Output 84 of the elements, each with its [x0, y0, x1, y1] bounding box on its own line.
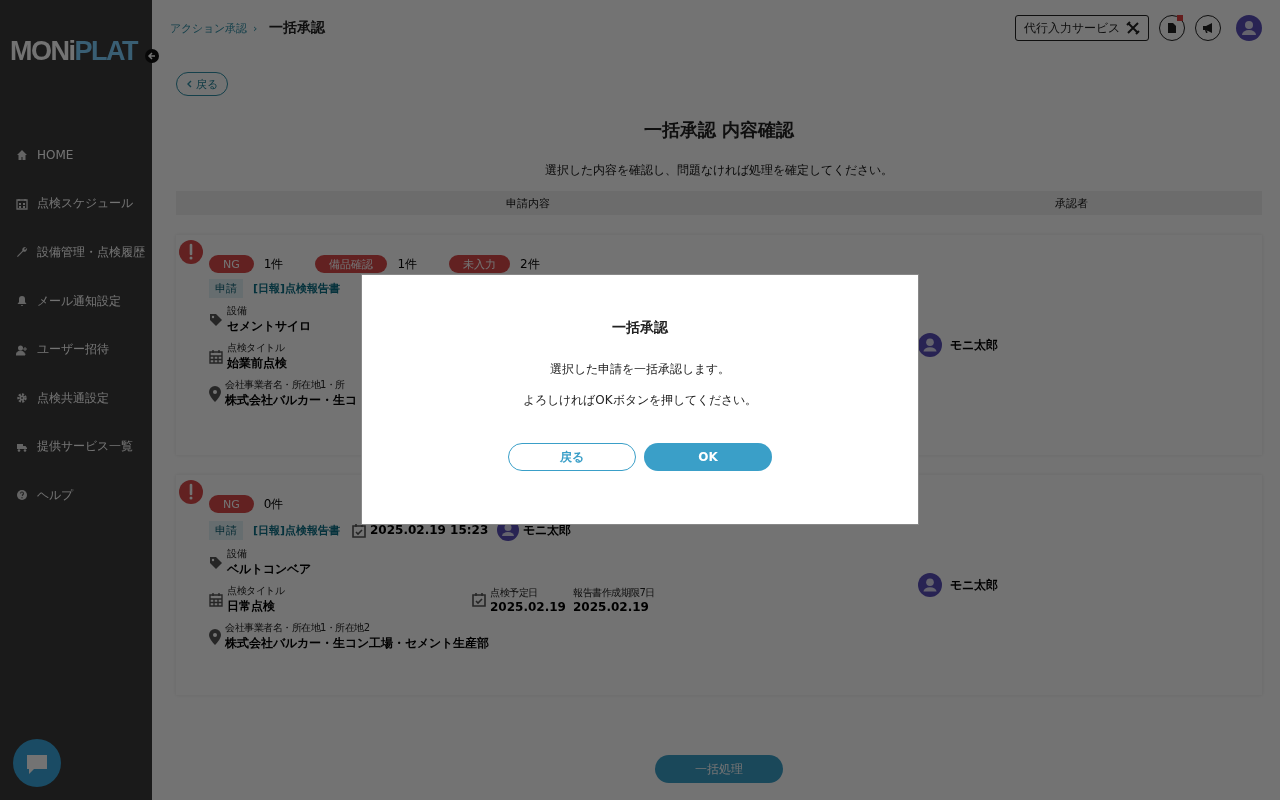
breadcrumb-link[interactable]: アクション承認	[170, 20, 247, 36]
approver-name: モニ太郎	[950, 336, 998, 354]
wrench-icon	[16, 246, 28, 259]
nav-item[interactable]: 点検共通設定	[0, 373, 152, 423]
report-name: [日報]点検報告書	[253, 522, 341, 538]
tag-icon	[209, 555, 223, 570]
page-subtitle: 選択した内容を確認し、問題なければ処理を確定してください。	[544, 162, 894, 179]
status-count: 2件	[520, 255, 540, 273]
field-value: 2025.02.19	[573, 599, 650, 614]
field-label: 点検タイトル	[227, 341, 286, 355]
field-label: 点検タイトル	[227, 584, 284, 598]
column-header: 申請内容	[505, 195, 551, 211]
status-tag: NG	[209, 255, 254, 273]
chat-button[interactable]	[13, 739, 61, 787]
calendar-icon	[209, 349, 223, 364]
type-tag: 申請	[209, 520, 243, 540]
field-value: 始業前点検	[227, 355, 287, 372]
dialog-message: 選択した申請を一括承認します。	[549, 361, 731, 378]
status-count: 0件	[263, 495, 284, 513]
calendar-icon	[16, 197, 28, 210]
field-value: モニ太郎	[523, 521, 571, 539]
field-value: セメントサイロ	[227, 318, 311, 335]
nav-item[interactable]: メール通知設定	[0, 276, 152, 326]
arrow-left-icon	[147, 51, 157, 61]
location-pin-icon	[209, 385, 221, 402]
user-plus-icon	[16, 343, 28, 356]
nav-item[interactable]: 点検スケジュール	[0, 179, 152, 229]
document-icon	[1166, 22, 1178, 34]
back-button[interactable]: 戻る	[176, 72, 228, 96]
calendar-icon	[209, 592, 223, 607]
page-title: 一括承認 内容確認	[642, 118, 796, 142]
nav-item[interactable]: ヘルプ	[0, 471, 152, 520]
user-avatar[interactable]	[1236, 15, 1262, 41]
column-header: 承認者	[1053, 195, 1089, 211]
field-value: 株式会社バルカー・生コ	[225, 392, 357, 409]
report-name: [日報]点検報告書	[253, 281, 341, 296]
megaphone-icon	[1202, 22, 1214, 34]
nav-item[interactable]: 提供サービス一覧	[0, 422, 152, 472]
field-label: 報告書作成期限7日	[573, 585, 655, 600]
tag-icon	[209, 312, 223, 327]
chat-bubble-icon	[24, 752, 50, 777]
alert-icon	[179, 240, 203, 264]
logo: MONiPLAT	[10, 38, 137, 65]
bell-icon	[16, 295, 28, 308]
field-label: 設備	[227, 547, 248, 561]
service-button[interactable]: 代行入力サービス	[1015, 15, 1149, 41]
breadcrumb-separator: ›	[253, 21, 258, 35]
type-tag: 申請	[209, 279, 243, 298]
nav-item[interactable]: 設備管理・点検履歴	[0, 228, 152, 277]
status-tag: 未入力	[449, 255, 511, 273]
collapse-button[interactable]	[145, 49, 159, 63]
status-tag: NG	[209, 495, 254, 513]
submit-button[interactable]: 一括処理	[655, 755, 783, 783]
document-button[interactable]	[1159, 15, 1185, 41]
field-value: 2025.02.19 15:23	[370, 523, 489, 537]
gear-icon	[16, 392, 28, 405]
chevron-left-icon	[186, 80, 192, 88]
cancel-button[interactable]: 戻る	[508, 443, 636, 471]
status-count: 1件	[263, 255, 284, 273]
dialog-message: よろしければOKボタンを押してください。	[522, 392, 758, 409]
field-label: 設備	[227, 304, 248, 318]
alert-icon	[179, 480, 203, 504]
approver-name: モニ太郎	[950, 576, 998, 594]
megaphone-button[interactable]	[1195, 15, 1221, 41]
location-pin-icon	[209, 628, 221, 645]
field-value: 2025.02.19	[490, 599, 566, 614]
field-label: 会社事業者名・所在地1・所	[225, 378, 346, 392]
home-icon	[16, 149, 28, 162]
field-value: 株式会社バルカー・生コン工場・セメント生産部	[225, 635, 489, 652]
breadcrumb-current: 一括承認	[269, 19, 326, 37]
field-label: 会社事業者名・所在地1・所在地2	[225, 621, 371, 635]
status-count: 1件	[397, 255, 418, 273]
status-tag: 備品確認	[315, 255, 388, 273]
calendar-check-icon	[472, 592, 486, 607]
field-label: 点検予定日	[490, 585, 539, 600]
avatar-icon	[918, 573, 942, 597]
calendar-check-icon	[352, 522, 366, 538]
field-value: ベルトコンベア	[227, 561, 311, 578]
nav-item[interactable]: ユーザー招待	[0, 325, 152, 374]
ok-button[interactable]: OK	[644, 443, 772, 471]
field-value: 日常点検	[227, 598, 276, 615]
help-icon	[16, 489, 28, 502]
nav-item[interactable]: HOME	[0, 131, 152, 180]
dialog-title: 一括承認	[611, 319, 669, 337]
